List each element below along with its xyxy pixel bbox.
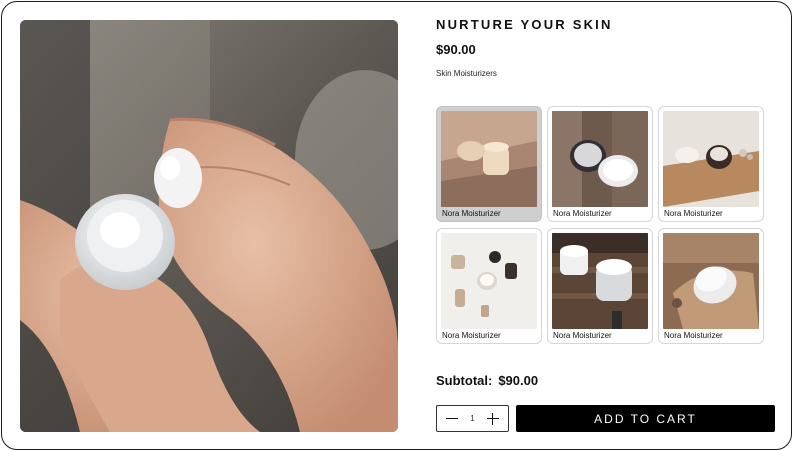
variant-thumbnail bbox=[441, 111, 537, 207]
product-hero-image bbox=[20, 20, 398, 432]
product-title: NURTURE YOUR SKIN bbox=[436, 17, 613, 32]
variant-label: Nora Moisturizer bbox=[442, 209, 501, 218]
variant-label: Nora Moisturizer bbox=[664, 209, 723, 218]
variant-label: Nora Moisturizer bbox=[553, 209, 612, 218]
quantity-value[interactable]: 1 bbox=[470, 414, 474, 423]
variant-option[interactable]: Nora Moisturizer bbox=[436, 106, 542, 222]
variant-thumbnail bbox=[441, 233, 537, 329]
variant-grid: Nora Moisturizer Nora Moisturizer Nora M… bbox=[436, 106, 764, 344]
variant-thumbnail bbox=[552, 233, 648, 329]
product-price: $90.00 bbox=[436, 42, 476, 57]
subtotal-value: $90.00 bbox=[498, 373, 539, 388]
product-category: Skin Moisturizers bbox=[436, 69, 497, 78]
variant-thumbnail bbox=[663, 233, 759, 329]
product-card: NURTURE YOUR SKIN $90.00 Skin Moisturize… bbox=[1, 1, 792, 450]
variant-thumbnail bbox=[552, 111, 648, 207]
minus-icon[interactable] bbox=[445, 412, 459, 426]
variant-label: Nora Moisturizer bbox=[553, 331, 612, 340]
plus-icon[interactable] bbox=[486, 412, 500, 426]
quantity-stepper: 1 bbox=[436, 405, 509, 432]
variant-label: Nora Moisturizer bbox=[664, 331, 723, 340]
variant-option[interactable]: Nora Moisturizer bbox=[436, 228, 542, 344]
variant-option[interactable]: Nora Moisturizer bbox=[658, 106, 764, 222]
variant-option[interactable]: Nora Moisturizer bbox=[658, 228, 764, 344]
variant-option[interactable]: Nora Moisturizer bbox=[547, 106, 653, 222]
subtotal: Subtotal: $90.00 bbox=[436, 373, 538, 388]
variant-thumbnail bbox=[663, 111, 759, 207]
variant-label: Nora Moisturizer bbox=[442, 331, 501, 340]
subtotal-label: Subtotal: bbox=[436, 373, 493, 388]
variant-option[interactable]: Nora Moisturizer bbox=[547, 228, 653, 344]
add-to-cart-button[interactable]: ADD TO CART bbox=[516, 405, 775, 432]
